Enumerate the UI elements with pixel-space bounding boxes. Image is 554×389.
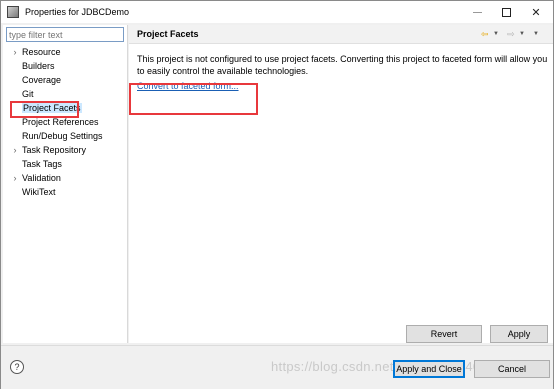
view-menu-icon[interactable]: ▼: [533, 27, 539, 41]
close-icon: ✕: [531, 6, 541, 19]
filter-input[interactable]: [6, 27, 124, 42]
back-dropdown-icon[interactable]: ▼: [493, 27, 499, 41]
dialog-button-bar: ? https://blog.csdn.net/qq_42395840 Appl…: [1, 345, 553, 389]
page-header: Project Facets ⇦ ▼ ⇨ ▼ ▼: [129, 25, 553, 44]
cancel-button[interactable]: Cancel: [474, 360, 550, 378]
apply-button[interactable]: Apply: [490, 325, 548, 343]
expand-chevron-icon[interactable]: ›: [11, 171, 19, 185]
expand-chevron-icon[interactable]: ›: [11, 143, 19, 157]
tree-item-run-debug-settings[interactable]: Run/Debug Settings: [3, 129, 127, 143]
minimize-button[interactable]: [462, 1, 492, 23]
page-title: Project Facets: [137, 29, 199, 39]
tree-item-validation[interactable]: › Validation: [3, 171, 127, 185]
tree-item-label: Task Tags: [22, 159, 62, 169]
maximize-button[interactable]: [491, 1, 521, 23]
close-button[interactable]: ✕: [521, 1, 551, 23]
tree-item-label: WikiText: [22, 187, 56, 197]
properties-dialog: Properties for JDBCDemo ✕ ›ResourceBuild…: [0, 0, 554, 389]
minimize-icon: [472, 11, 482, 13]
page-description: This project is not configured to use pr…: [137, 54, 548, 76]
annotation-highlight-convert-link: [129, 83, 258, 115]
window-title: Properties for JDBCDemo: [25, 7, 130, 17]
tree-item-label: Git: [22, 89, 34, 99]
annotation-highlight-project-facets: [10, 101, 79, 118]
tree-item-label: Run/Debug Settings: [22, 131, 103, 141]
tree-item-label: Validation: [22, 173, 61, 183]
tree-item-resource[interactable]: › Resource: [3, 45, 127, 59]
tree-item-task-tags[interactable]: Task Tags: [3, 157, 127, 171]
tree-item-label: Project References: [22, 117, 99, 127]
help-icon[interactable]: ?: [10, 360, 24, 374]
tree-item-label: Builders: [22, 61, 55, 71]
maximize-icon: [501, 7, 511, 17]
tree-item-label: Coverage: [22, 75, 62, 85]
tree-item-builders[interactable]: Builders: [3, 59, 127, 73]
app-icon: [7, 6, 19, 18]
tree-item-label: Task Repository: [22, 145, 87, 155]
tree-item-task-repository[interactable]: › Task Repository: [3, 143, 127, 157]
preference-tree: › Resource Builders Coverage Git Project Face…: [3, 45, 127, 199]
tree-item-wikitext[interactable]: WikiText: [3, 185, 127, 199]
page-content: Project Facets ⇦ ▼ ⇨ ▼ ▼ This project is…: [129, 25, 553, 343]
back-arrow-icon[interactable]: ⇦: [481, 27, 489, 41]
expand-chevron-icon[interactable]: ›: [11, 45, 19, 59]
pane-splitter[interactable]: [127, 25, 128, 343]
forward-dropdown-icon[interactable]: ▼: [519, 27, 525, 41]
tree-item-coverage[interactable]: Coverage: [3, 73, 127, 87]
forward-arrow-icon[interactable]: ⇨: [507, 27, 515, 41]
apply-and-close-button[interactable]: Apply and Close: [393, 360, 465, 378]
preference-tree-pane: ›ResourceBuildersCoverageGitProject Face…: [3, 25, 127, 343]
title-bar[interactable]: Properties for JDBCDemo ✕: [1, 1, 553, 23]
tree-item-label: Resource: [22, 47, 61, 57]
revert-button[interactable]: Revert: [406, 325, 482, 343]
tree-item-git[interactable]: Git: [3, 87, 127, 101]
